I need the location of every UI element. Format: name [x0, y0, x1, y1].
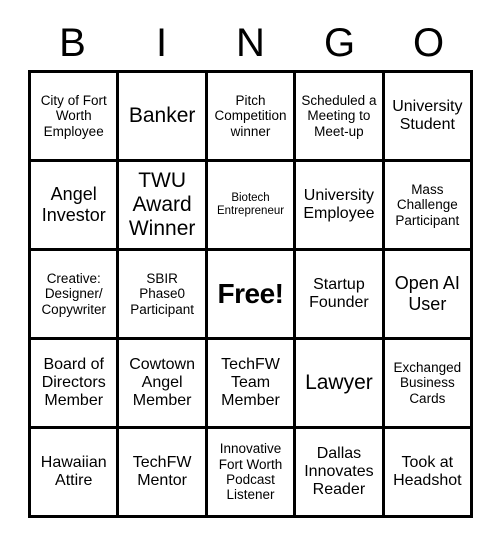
- bingo-cell[interactable]: Dallas Innovates Reader: [296, 429, 385, 518]
- bingo-free-space[interactable]: Free!: [207, 251, 297, 340]
- bingo-cell-label: Hawaiian Attire: [40, 453, 107, 489]
- bingo-header-letter-o: O: [412, 21, 445, 65]
- bingo-cell-label: Board of Directors Member: [41, 355, 106, 410]
- bingo-cell-label: SBIR Phase0 Participant: [130, 270, 194, 317]
- bingo-cell[interactable]: Lawyer: [296, 340, 385, 429]
- bingo-cell-label: University Student: [392, 97, 463, 133]
- bingo-cell[interactable]: Hawaiian Attire: [31, 429, 120, 518]
- bingo-cell-label: Banker: [128, 104, 196, 128]
- bingo-cell-label: Exchanged Business Cards: [393, 359, 462, 406]
- bingo-cell[interactable]: Board of Directors Member: [31, 340, 120, 429]
- bingo-card: B I N G O City of Fort Worth Employee Banker P…: [0, 0, 501, 544]
- bingo-cell-label: City of Fort Worth Employee: [40, 92, 107, 139]
- bingo-cell-label: Creative: Designer/ Copywriter: [41, 270, 106, 317]
- bingo-cell[interactable]: Biotech Entrepreneur: [207, 162, 297, 251]
- bingo-cell-label: Dallas Innovates Reader: [304, 444, 374, 499]
- bingo-cell[interactable]: TechFW Team Member: [207, 340, 297, 429]
- bingo-row: Board of Directors Member Cowtown Angel M…: [31, 340, 474, 429]
- bingo-cell[interactable]: Open AI User: [384, 251, 474, 340]
- bingo-cell[interactable]: Creative: Designer/ Copywriter: [31, 251, 120, 340]
- bingo-header-letter-g: G: [323, 21, 356, 65]
- bingo-cell[interactable]: Startup Founder: [296, 251, 385, 340]
- bingo-cell-label: Took at Headshot: [393, 453, 462, 489]
- bingo-cell-label: Open AI User: [394, 273, 460, 314]
- bingo-cell-label: Scheduled a Meeting to Meet-up: [301, 92, 377, 139]
- bingo-cell-label: TWU Award Winner: [128, 169, 196, 240]
- bingo-cell[interactable]: Innovative Fort Worth Podcast Listener: [207, 429, 297, 518]
- bingo-row: Creative: Designer/ Copywriter SBIR Phase…: [31, 251, 474, 340]
- bingo-cell[interactable]: University Employee: [296, 162, 385, 251]
- bingo-cell[interactable]: Banker: [119, 73, 208, 162]
- bingo-cell-label: TechFW Mentor: [132, 453, 192, 489]
- bingo-cell-label: Pitch Competition winner: [214, 92, 287, 139]
- bingo-cell[interactable]: TWU Award Winner: [119, 162, 208, 251]
- bingo-row: City of Fort Worth Employee Banker Pitch C…: [31, 73, 474, 162]
- bingo-cell-label: Lawyer: [305, 371, 373, 395]
- bingo-cell-label: Startup Founder: [309, 275, 369, 311]
- bingo-row: Angel Investor TWU Award Winner Biotech En…: [31, 162, 474, 251]
- bingo-grid: City of Fort Worth Employee Banker Pitch C…: [28, 70, 474, 518]
- bingo-header-letters: BINGO: [28, 18, 473, 68]
- bingo-cell[interactable]: Scheduled a Meeting to Meet-up: [296, 73, 385, 162]
- bingo-cell[interactable]: City of Fort Worth Employee: [31, 73, 120, 162]
- bingo-cell-label: University Employee: [303, 186, 375, 222]
- bingo-cell[interactable]: Angel Investor: [31, 162, 120, 251]
- bingo-cell[interactable]: Mass Challenge Participant: [384, 162, 474, 251]
- bingo-cell-label: TechFW Team Member: [221, 355, 280, 410]
- bingo-cell[interactable]: University Student: [384, 73, 474, 162]
- bingo-cell[interactable]: SBIR Phase0 Participant: [119, 251, 208, 340]
- bingo-cell[interactable]: Exchanged Business Cards: [384, 340, 474, 429]
- bingo-header-letter-b: B: [59, 21, 86, 65]
- bingo-cell[interactable]: Cowtown Angel Member: [119, 340, 208, 429]
- bingo-cell-label: Cowtown Angel Member: [129, 355, 196, 410]
- bingo-cell-label: Mass Challenge Participant: [395, 181, 460, 228]
- bingo-cell-label: Angel Investor: [41, 184, 106, 225]
- bingo-cell[interactable]: Took at Headshot: [384, 429, 474, 518]
- bingo-cell[interactable]: Pitch Competition winner: [207, 73, 297, 162]
- bingo-cell-label: Innovative Fort Worth Podcast Listener: [218, 441, 283, 503]
- bingo-row: Hawaiian Attire TechFW Mentor Innovative F…: [31, 429, 474, 518]
- bingo-header-letter-n: N: [236, 21, 265, 65]
- bingo-cell[interactable]: TechFW Mentor: [119, 429, 208, 518]
- bingo-cell-label: Biotech Entrepreneur: [216, 191, 285, 217]
- bingo-header-letter-i: I: [155, 21, 168, 65]
- bingo-cell-label: Free!: [217, 278, 284, 310]
